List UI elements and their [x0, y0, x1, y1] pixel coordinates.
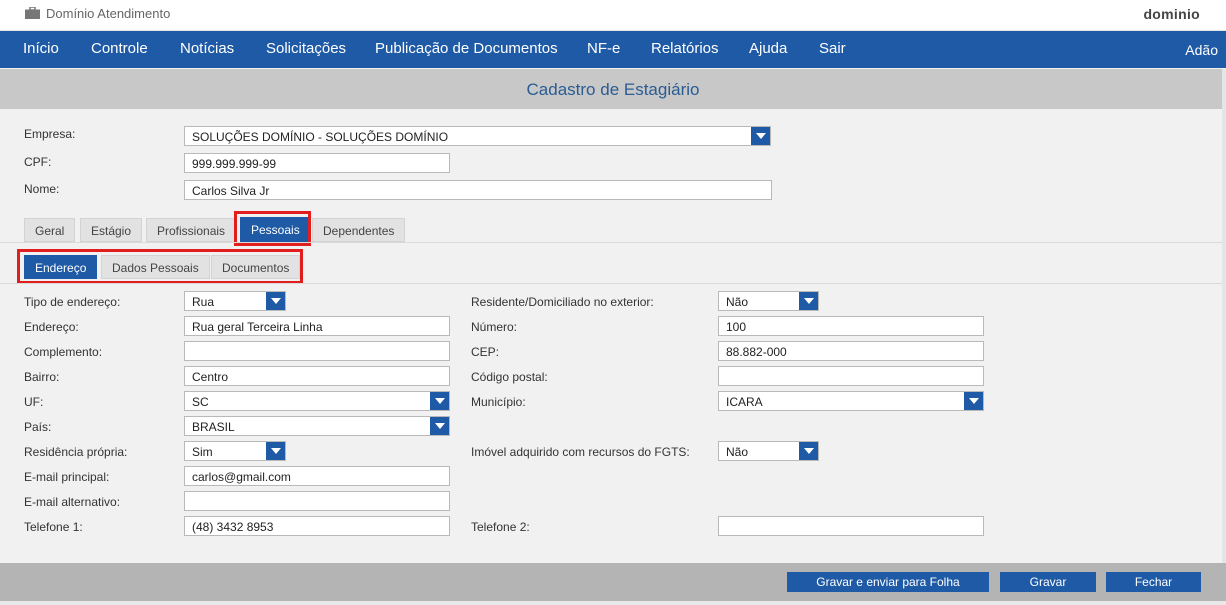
- chevron-down-icon[interactable]: [430, 392, 449, 410]
- nav-ajuda[interactable]: Ajuda: [749, 40, 787, 57]
- cpf-label: CPF:: [24, 155, 52, 169]
- numero-value: 100: [726, 320, 747, 334]
- residente-exterior-select[interactable]: Não: [718, 291, 819, 311]
- residente-exterior-label: Residente/Domiciliado no exterior:: [471, 295, 654, 309]
- subtab-documentos[interactable]: Documentos: [211, 255, 301, 279]
- endereco-value: Rua geral Terceira Linha: [192, 320, 323, 334]
- save-button[interactable]: Gravar: [1000, 572, 1096, 592]
- chevron-down-icon[interactable]: [799, 442, 818, 460]
- tipo-endereco-select[interactable]: Rua: [184, 291, 286, 311]
- telefone1-label: Telefone 1:: [24, 520, 83, 534]
- empresa-value: SOLUÇÕES DOMÍNIO - SOLUÇÕES DOMÍNIO: [192, 130, 449, 144]
- imovel-fgts-select[interactable]: Não: [718, 441, 819, 461]
- tipo-endereco-value: Rua: [192, 295, 215, 309]
- uf-label: UF:: [24, 395, 44, 409]
- telefone1-value: (48) 3432 8953: [192, 520, 274, 534]
- tabs-divider: [0, 242, 1222, 243]
- chevron-down-icon[interactable]: [799, 292, 818, 310]
- cpf-field[interactable]: 999.999.999-99: [184, 153, 450, 173]
- email-principal-label: E-mail principal:: [24, 470, 110, 484]
- complemento-label: Complemento:: [24, 345, 103, 359]
- pais-select[interactable]: BRASIL: [184, 416, 450, 436]
- subtabs-divider: [0, 283, 1222, 284]
- close-button[interactable]: Fechar: [1106, 572, 1201, 592]
- email-alternativo-field[interactable]: [184, 491, 450, 511]
- uf-select[interactable]: SC: [184, 391, 450, 411]
- page-title: Cadastro de Estagiário: [526, 80, 700, 99]
- email-principal-value: carlos@gmail.com: [192, 470, 291, 484]
- footer-bar: Gravar e enviar para Folha Gravar Fechar: [0, 563, 1226, 601]
- chevron-down-icon[interactable]: [751, 127, 770, 145]
- bairro-label: Bairro:: [24, 370, 60, 384]
- cep-field[interactable]: 88.882-000: [718, 341, 984, 361]
- save-send-button[interactable]: Gravar e enviar para Folha: [787, 572, 989, 592]
- residencia-propria-select[interactable]: Sim: [184, 441, 286, 461]
- nav-publicacao-documentos[interactable]: Publicação de Documentos: [375, 40, 558, 57]
- numero-label: Número:: [471, 320, 518, 334]
- nav-relatorios[interactable]: Relatórios: [651, 40, 719, 57]
- nav-sair[interactable]: Sair: [819, 40, 846, 57]
- chevron-down-icon[interactable]: [430, 417, 449, 435]
- subtab-endereco[interactable]: Endereço: [24, 255, 98, 279]
- empresa-label: Empresa:: [24, 127, 76, 141]
- residente-exterior-value: Não: [726, 295, 749, 309]
- complemento-field[interactable]: [184, 341, 450, 361]
- pais-value: BRASIL: [192, 420, 235, 434]
- cep-value: 88.882-000: [726, 345, 787, 359]
- tab-dependentes[interactable]: Dependentes: [312, 218, 406, 242]
- telefone2-field[interactable]: [718, 516, 984, 536]
- user-name[interactable]: Adão: [1185, 42, 1218, 58]
- briefcase-icon: [25, 7, 40, 19]
- tab-profissionais[interactable]: Profissionais: [146, 218, 237, 242]
- municipio-value: ICARA: [726, 395, 763, 409]
- municipio-label: Município:: [471, 395, 526, 409]
- nav-solicitacoes[interactable]: Solicitações: [266, 40, 346, 57]
- uf-value: SC: [192, 395, 209, 409]
- empresa-select[interactable]: SOLUÇÕES DOMÍNIO - SOLUÇÕES DOMÍNIO: [184, 126, 771, 146]
- bairro-field[interactable]: Centro: [184, 366, 450, 386]
- numero-field[interactable]: 100: [718, 316, 984, 336]
- app-header: Domínio Atendimento dominio: [0, 0, 1226, 31]
- chevron-down-icon[interactable]: [964, 392, 983, 410]
- scrollbar[interactable]: [1222, 69, 1226, 563]
- pais-label: País:: [24, 420, 52, 434]
- imovel-fgts-value: Não: [726, 445, 749, 459]
- nome-field[interactable]: Carlos Silva Jr: [184, 180, 772, 200]
- chevron-down-icon[interactable]: [266, 442, 285, 460]
- nav-controle[interactable]: Controle: [91, 40, 148, 57]
- nav-inicio[interactable]: Início: [23, 40, 59, 57]
- tipo-endereco-label: Tipo de endereço:: [24, 295, 121, 309]
- nav-noticias[interactable]: Notícias: [180, 40, 234, 57]
- chevron-down-icon[interactable]: [266, 292, 285, 310]
- nav-nfe[interactable]: NF-e: [587, 40, 620, 57]
- bairro-value: Centro: [192, 370, 229, 384]
- subtab-dados-pessoais[interactable]: Dados Pessoais: [101, 255, 210, 279]
- email-alternativo-label: E-mail alternativo:: [24, 495, 121, 509]
- bottom-strip: [0, 601, 1226, 605]
- app-title: Domínio Atendimento: [46, 6, 171, 21]
- telefone1-field[interactable]: (48) 3432 8953: [184, 516, 450, 536]
- page-title-bar: Cadastro de Estagiário: [0, 69, 1226, 109]
- nome-label: Nome:: [24, 182, 60, 196]
- tab-geral[interactable]: Geral: [24, 218, 76, 242]
- cep-label: CEP:: [471, 345, 500, 359]
- tab-pessoais[interactable]: Pessoais: [240, 217, 311, 242]
- nome-value: Carlos Silva Jr: [192, 184, 270, 198]
- imovel-fgts-label: Imóvel adquirido com recursos do FGTS:: [471, 445, 690, 459]
- residencia-propria-label: Residência própria:: [24, 445, 128, 459]
- dominio-logo: dominio: [1143, 6, 1200, 22]
- main-nav: Início Controle Notícias Solicitações Pu…: [0, 31, 1226, 68]
- email-principal-field[interactable]: carlos@gmail.com: [184, 466, 450, 486]
- codigo-postal-field[interactable]: [718, 366, 984, 386]
- municipio-select[interactable]: ICARA: [718, 391, 984, 411]
- codigo-postal-label: Código postal:: [471, 370, 548, 384]
- telefone2-label: Telefone 2:: [471, 520, 530, 534]
- cpf-value: 999.999.999-99: [192, 157, 277, 171]
- residencia-propria-value: Sim: [192, 445, 213, 459]
- tab-estagio[interactable]: Estágio: [80, 218, 143, 242]
- endereco-field[interactable]: Rua geral Terceira Linha: [184, 316, 450, 336]
- endereco-label: Endereço:: [24, 320, 79, 334]
